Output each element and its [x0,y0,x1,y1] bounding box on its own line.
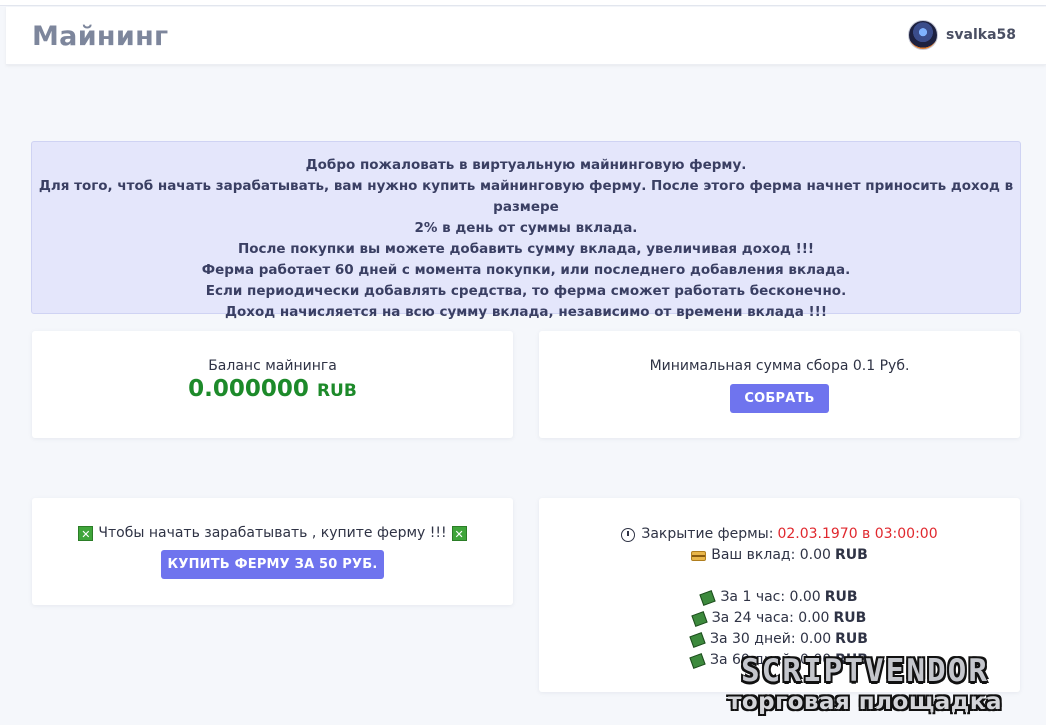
buy-prompt-text: Чтобы начать зарабатывать , купите ферму… [98,525,447,541]
deposit-row: Ваш вклад: 0.00 RUB [539,545,1020,566]
watermark-subtitle: торговая площадка [728,689,1002,715]
credit-card-icon [691,550,707,561]
income-label: За 30 дней: 0.00 [710,631,832,647]
income-label: За 1 час: 0.00 [720,589,821,605]
header: Майнинг svalka58 [6,7,1046,65]
income-currency: RUB [835,631,868,647]
avatar[interactable] [908,20,939,50]
farm-close-date: 02.03.1970 в 03:00:00 [777,526,938,542]
cross-mark-icon: ✕ [78,525,94,541]
balance-currency: RUB [316,381,357,401]
page-title: Майнинг [32,21,169,52]
info-line: Ферма работает 60 дней с момента покупки… [201,262,851,278]
buy-farm-button[interactable]: КУПИТЬ ФЕРМУ ЗА 50 РУБ. [161,550,384,579]
balance-label: Баланс майнинга [208,358,337,374]
deposit-currency: RUB [834,547,868,563]
info-line: Доход начисляется на всю сумму вклада, н… [224,304,827,320]
info-line: Для того, чтоб начать зарабатывать, вам … [38,178,1014,215]
info-line: Добро пожаловать в виртуальную майнингов… [305,157,747,173]
farm-close-row: Закрытие фермы: 02.03.1970 в 03:00:00 [539,524,1020,545]
balance-amount: 0.000000 [188,376,309,402]
money-icon [689,631,706,648]
balance-value: 0.000000 RUB [32,376,513,402]
buy-prompt: ✕ Чтобы начать зарабатывать , купите фер… [32,525,513,541]
deposit-label: Ваш вклад: 0.00 [711,547,831,563]
money-icon [699,589,717,606]
clock-icon [621,527,636,542]
collect-card: Минимальная сумма сбора 0.1 Руб. СОБРАТЬ [539,331,1020,438]
income-row: За 30 дней: 0.00 RUB [539,629,1020,650]
income-currency: RUB [824,589,858,605]
balance-card: Баланс майнинга 0.000000 RUB [32,331,513,438]
username[interactable]: svalka58 [946,27,1016,43]
cross-mark-icon: ✕ [451,525,467,541]
collect-button[interactable]: СОБРАТЬ [730,384,829,413]
income-row: За 1 час: 0.00 RUB [539,587,1020,608]
income-row: За 24 часа: 0.00 RUB [539,608,1020,629]
money-icon [691,610,708,627]
buy-card: ✕ Чтобы начать зарабатывать , купите фер… [32,498,513,605]
info-line: Если периодически добавлять средства, то… [205,283,847,299]
user-menu[interactable]: svalka58 [908,20,1016,50]
watermark: SCRIPTVENDOR торговая площадка [690,654,1040,722]
info-line: 2% в день от суммы вклада. [414,220,638,236]
info-line: После покупки вы можете добавить сумму в… [237,241,815,257]
watermark-logo: SCRIPTVENDOR [741,653,989,689]
top-strip [0,0,1046,6]
info-alert: Добро пожаловать в виртуальную майнингов… [31,141,1021,320]
farm-close-label: Закрытие фермы: [641,526,774,542]
income-label: За 24 часа: 0.00 [711,610,830,626]
income-currency: RUB [833,610,867,626]
collect-min-label: Минимальная сумма сбора 0.1 Руб. [649,358,910,374]
